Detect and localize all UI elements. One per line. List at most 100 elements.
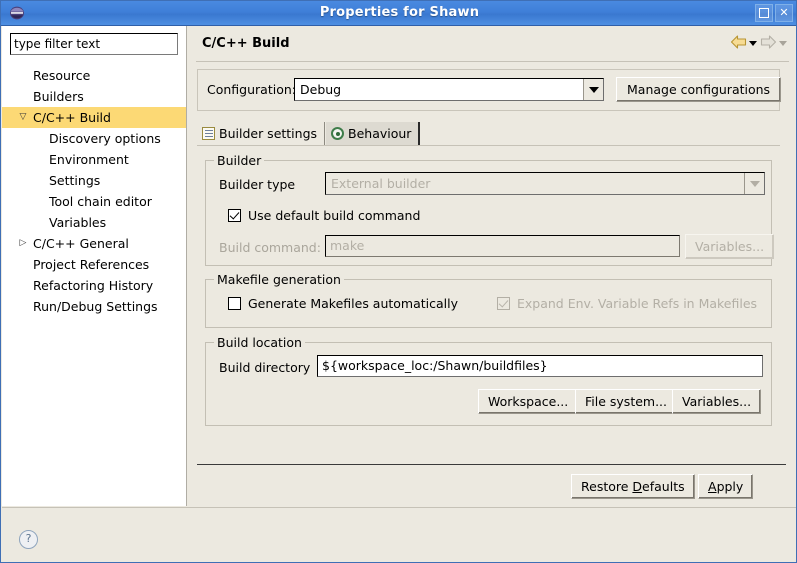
filter-input[interactable]	[10, 33, 178, 55]
builder-type-combo: External builder	[325, 172, 765, 195]
settings-tree: Resource Builders ▽ C/C++ Build Discovery op…	[2, 65, 186, 317]
tab-builder-settings-label: Builder settings	[219, 126, 318, 141]
build-command-input: make	[325, 235, 680, 257]
sidebar-item-run-debug-settings[interactable]: Run/Debug Settings	[2, 296, 186, 317]
radio-icon	[331, 127, 344, 140]
build-location-group: Build location Build directory ${workspa…	[205, 335, 772, 426]
builder-type-value: External builder	[331, 176, 431, 191]
settings-tree-panel: Resource Builders ▽ C/C++ Build Discovery op…	[2, 26, 187, 506]
configuration-bar: Configuration: Debug Manage configuratio…	[197, 69, 782, 111]
title-bar: Properties for Shawn ✕	[1, 1, 796, 26]
back-dropdown-icon[interactable]	[749, 41, 757, 46]
configuration-label: Configuration:	[207, 82, 296, 97]
list-icon	[202, 127, 215, 140]
sidebar-item-discovery-options[interactable]: Discovery options	[2, 128, 186, 149]
apply-button[interactable]: Apply	[698, 474, 754, 499]
back-arrow-icon	[730, 35, 747, 52]
tab-folder: Builder settings Behaviour	[197, 122, 780, 146]
expand-env-refs-checkbox: Expand Env. Variable Refs in Makefiles	[497, 296, 757, 311]
makefile-group-legend: Makefile generation	[214, 272, 344, 287]
generate-makefiles-label: Generate Makefiles automatically	[248, 296, 459, 311]
properties-dialog: Properties for Shawn ✕ Resource Builders ▽…	[0, 0, 797, 563]
builder-group-legend: Builder	[214, 153, 265, 168]
sidebar-item-label: Tool chain editor	[49, 194, 152, 209]
build-location-group-legend: Build location	[214, 335, 305, 350]
restore-defaults-button[interactable]: Restore Defaults	[571, 474, 695, 499]
makefile-generation-group: Makefile generation Generate Makefiles a…	[205, 272, 772, 328]
help-icon[interactable]: ?	[19, 530, 38, 549]
build-command-variables-button: Variables...	[685, 234, 775, 259]
configuration-value: Debug	[300, 82, 342, 97]
sidebar-item-label: Variables	[49, 215, 107, 230]
window-controls: ✕	[755, 4, 793, 22]
sidebar-item-variables[interactable]: Variables	[2, 212, 186, 233]
filter-wrapper	[2, 26, 186, 55]
file-system-button[interactable]: File system...	[575, 389, 678, 414]
sidebar-item-tool-chain-editor[interactable]: Tool chain editor	[2, 191, 186, 212]
sidebar-item-label: Discovery options	[49, 131, 161, 146]
maximize-button[interactable]	[755, 4, 773, 22]
tab-builder-settings[interactable]: Builder settings	[197, 122, 326, 145]
close-button[interactable]: ✕	[775, 4, 793, 22]
sidebar-item-c-c-general[interactable]: ▷ C/C++ General	[2, 233, 186, 254]
header-separator	[196, 61, 789, 62]
navigation-arrows	[730, 35, 787, 52]
manage-configurations-button[interactable]: Manage configurations	[616, 77, 782, 102]
sidebar-item-label: Settings	[49, 173, 101, 188]
generate-makefiles-checkbox[interactable]: Generate Makefiles automatically	[228, 296, 458, 311]
sidebar-item-c-c-build[interactable]: ▽ C/C++ Build	[2, 107, 186, 128]
builder-type-combo-arrow	[744, 173, 764, 194]
twisty-collapsed-icon[interactable]: ▷	[17, 233, 29, 254]
checkbox-icon	[228, 297, 241, 310]
page-buttons-separator	[197, 464, 786, 465]
builder-type-label: Builder type	[219, 177, 296, 192]
builder-group: Builder Builder type External builder Us…	[205, 153, 775, 266]
restore-defaults-pre: Restore	[581, 479, 633, 494]
checkbox-icon	[497, 297, 510, 310]
expand-env-refs-label: Expand Env. Variable Refs in Makefiles	[517, 296, 758, 311]
workspace-button[interactable]: Workspace...	[478, 389, 579, 414]
forward-arrow-icon	[760, 35, 777, 52]
builder-settings-panel: Builder Builder type External builder Us…	[197, 146, 780, 476]
apply-mnemonic: A	[708, 479, 717, 494]
sidebar-item-label: Resource	[33, 68, 91, 83]
restore-defaults-post: efaults	[642, 479, 685, 494]
sidebar-item-label: C/C++ General	[33, 236, 129, 251]
sidebar-item-label: Environment	[49, 152, 129, 167]
dialog-footer: ? OK Cancel	[2, 507, 796, 562]
window-title: Properties for Shawn	[319, 5, 480, 20]
twisty-expanded-icon[interactable]: ▽	[17, 107, 29, 128]
sidebar-item-settings[interactable]: Settings	[2, 170, 186, 191]
sidebar-item-resource[interactable]: Resource	[2, 65, 186, 86]
sidebar-item-refactoring-history[interactable]: Refactoring History	[2, 275, 186, 296]
sidebar-item-label: Refactoring History	[33, 278, 154, 293]
use-default-build-command-label: Use default build command	[248, 208, 421, 223]
sidebar-item-label: C/C++ Build	[33, 110, 111, 125]
configuration-combo-arrow[interactable]	[583, 79, 603, 100]
checkbox-icon	[228, 209, 241, 222]
chevron-down-icon	[588, 86, 599, 93]
chevron-down-icon	[749, 180, 760, 187]
page-header: C/C++ Build	[188, 26, 796, 62]
build-command-label: Build command:	[219, 240, 321, 255]
build-location-variables-button[interactable]: Variables...	[672, 389, 762, 414]
back-button[interactable]	[730, 35, 757, 52]
configuration-combo[interactable]: Debug	[294, 78, 604, 101]
sidebar-item-label: Project References	[33, 257, 150, 272]
sidebar-item-builders[interactable]: Builders	[2, 86, 186, 107]
build-directory-label: Build directory	[219, 360, 311, 375]
maximize-icon	[759, 7, 769, 18]
tab-behaviour[interactable]: Behaviour	[326, 122, 421, 145]
apply-post: pply	[716, 479, 744, 494]
build-directory-value: ${workspace_loc:/Shawn/buildfiles}	[322, 358, 548, 373]
build-directory-input[interactable]: ${workspace_loc:/Shawn/buildfiles}	[317, 355, 763, 377]
sidebar-item-project-references[interactable]: Project References	[2, 254, 186, 275]
tab-behaviour-label: Behaviour	[348, 126, 412, 141]
sidebar-item-environment[interactable]: Environment	[2, 149, 186, 170]
use-default-build-command-checkbox[interactable]: Use default build command	[228, 208, 420, 223]
build-command-value: make	[330, 238, 365, 253]
restore-defaults-mnemonic: D	[632, 479, 643, 494]
sidebar-item-label: Run/Debug Settings	[33, 299, 158, 314]
forward-dropdown-icon	[779, 41, 787, 46]
page-content: C/C++ Build Configuration: Debug Manage …	[188, 26, 796, 506]
